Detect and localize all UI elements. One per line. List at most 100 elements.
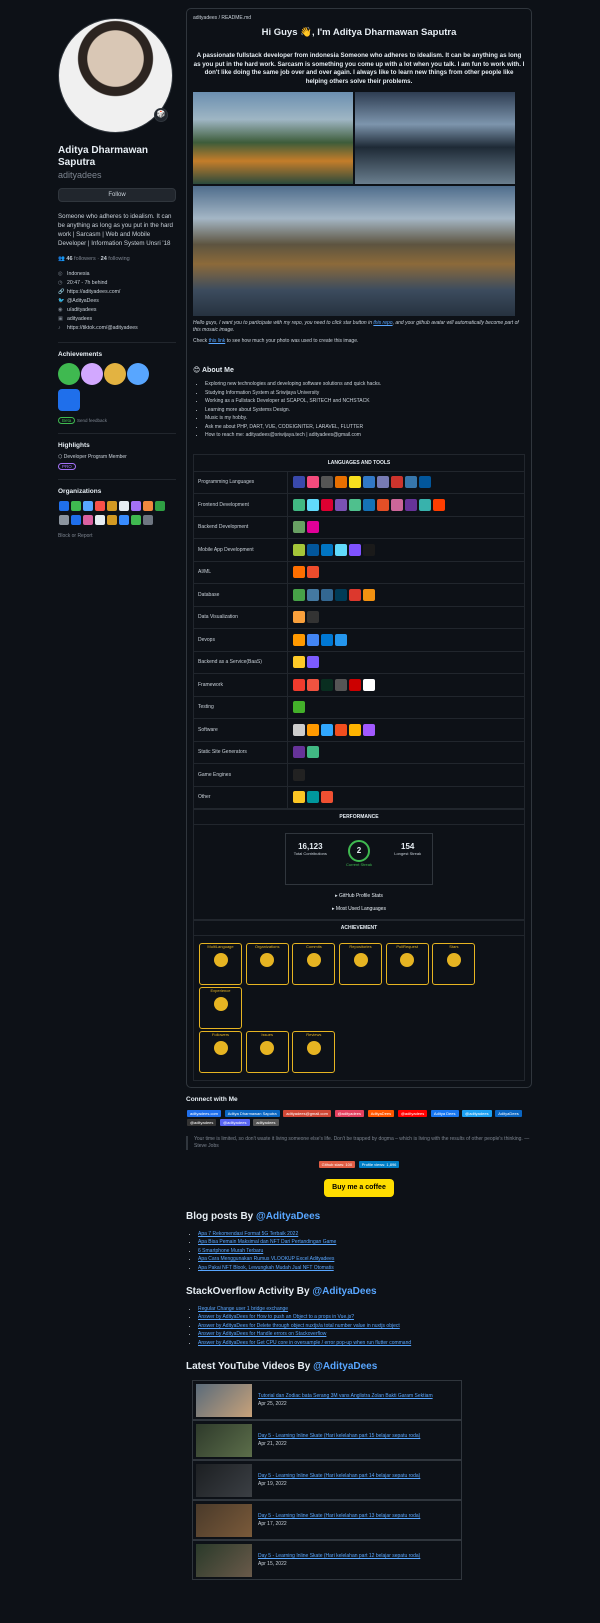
stackoverflow-user-link[interactable]: @AdityaDees [312,1286,376,1297]
video-thumbnail[interactable] [196,1463,252,1497]
shield-linkedin[interactable]: Aditya Dharmawan Saputra [224,1110,280,1117]
following-label[interactable]: following [108,256,129,262]
streak-card[interactable]: 16,123 Total Contributions 2 Current Strea… [285,833,433,885]
org-icon[interactable] [119,501,129,511]
stars-counter[interactable]: Github stars: 100 [318,1161,356,1168]
repo-link[interactable]: this repo [373,320,392,326]
mosaic-image-large[interactable] [193,186,515,316]
status-emoji-icon[interactable]: 🎲 [154,108,168,122]
landscape-image[interactable] [193,92,353,184]
trophy-card[interactable]: Issues [245,1031,289,1073]
youtube-user-link[interactable]: @AdityaDees [313,1361,377,1372]
org-icon[interactable] [107,501,117,511]
org-icon[interactable] [119,515,129,525]
shield-medium[interactable]: adityadees [253,1119,279,1126]
achievement-badge-icon[interactable] [58,363,80,385]
buy-coffee-button[interactable]: Buy me a coffee [324,1179,394,1197]
video-thumbnail[interactable] [196,1423,252,1457]
video-row[interactable]: Day 5 - Learning Inline Skate (Hari kele… [192,1540,462,1581]
video-thumbnail[interactable] [196,1503,252,1537]
org-icon[interactable] [143,515,153,525]
stackoverflow-link[interactable]: Answer by AdityaDees for Get CPU core in… [198,1340,411,1346]
trophy-card[interactable]: Followers [199,1031,242,1073]
org-icon[interactable] [155,501,165,511]
shield-reddit[interactable]: AdityaDees [367,1110,395,1117]
avatar[interactable]: 🎲 [58,18,173,133]
trophy-card[interactable]: Commits [292,943,336,985]
send-feedback-link[interactable]: Send feedback [77,418,107,423]
org-icon[interactable] [71,515,81,525]
stackoverflow-link[interactable]: Answer by AdityaDees for Handle errors o… [198,1331,326,1337]
org-icon[interactable] [59,501,69,511]
instagram-link[interactable]: adityadees [67,316,92,322]
blog-post-link[interactable]: Apa Cara Menggunakan Rumus VLOOKUP Excel… [198,1256,334,1262]
achievement-badge-icon[interactable] [58,389,80,411]
trophy-card[interactable]: PullRequest [385,943,429,985]
org-icon[interactable] [95,501,105,511]
video-thumbnail[interactable] [196,1383,252,1417]
reddit-link[interactable]: u/adityadees [67,307,96,313]
stackoverflow-link[interactable]: Regular Change user 1 bridge exchange [198,1306,288,1312]
twitter-link[interactable]: @AdityaDees [67,298,99,304]
blog-post-link[interactable]: 6 Smartphone Murah Terbaru [198,1248,263,1254]
mosaic-image[interactable] [355,92,515,184]
blog-user-link[interactable]: @AdityaDees [256,1211,320,1222]
org-icon[interactable] [131,501,141,511]
video-row[interactable]: Tutorial dan Zodiac bata Serang 3M vans … [192,1380,462,1421]
follow-button[interactable]: Follow [58,188,176,202]
video-link[interactable]: Day 5 - Learning Inline Skate (Hari kele… [258,1433,420,1439]
followers-label[interactable]: followers [74,256,96,262]
org-icon[interactable] [83,515,93,525]
tool-icons [287,695,525,719]
check-link[interactable]: this link [209,338,226,344]
org-icon[interactable] [131,515,141,525]
shield-facebook[interactable]: Aditya Dees [430,1110,459,1117]
video-link[interactable]: Day 5 - Learning Inline Skate (Hari kele… [258,1473,420,1479]
block-report-link[interactable]: Block or Report [58,533,176,539]
shield-youtube[interactable]: @adityadees [397,1110,428,1117]
blog-post-link[interactable]: Apa Pakai NFT Blook, Lewungkah Mudah Jua… [198,1265,334,1271]
shield-tiktok[interactable]: @adityadees [187,1119,217,1126]
stackoverflow-link[interactable]: Answer by AdityaDees for How to push an … [198,1314,354,1320]
readme-breadcrumb[interactable]: adityadees / README.md [193,15,525,21]
video-row[interactable]: Day 5 - Learning Inline Skate (Hari kele… [192,1460,462,1501]
video-link[interactable]: Day 5 - Learning Inline Skate (Hari kele… [258,1553,420,1559]
video-thumbnail[interactable] [196,1543,252,1577]
readme-title: Hi Guys 👋, I'm Aditya Dharmawan Saputra [261,27,457,38]
shield-twitter[interactable]: @adityadees [462,1110,492,1117]
shield-instagram[interactable]: @adityadees [334,1110,365,1117]
languages-toggle[interactable]: ▸ Most Used Languages [194,906,524,912]
trophy-card[interactable]: Organizations [245,943,289,985]
org-icon[interactable] [107,515,117,525]
org-icon[interactable] [143,501,153,511]
tiktok-link[interactable]: https://tiktok.com/@adityadees [67,325,138,331]
video-link[interactable]: Tutorial dan Zodiac bata Serang 3M vans … [258,1393,433,1399]
shield-gmail[interactable]: adityadees@gmail.com [283,1110,331,1117]
org-icon[interactable] [71,501,81,511]
video-link[interactable]: Day 5 - Learning Inline Skate (Hari kele… [258,1513,420,1519]
profile-stats-toggle[interactable]: ▸ GitHub Profile Stats [194,893,524,899]
website-link[interactable]: https://adityadees.com/ [67,289,120,295]
views-counter[interactable]: Profile views: 1,896 [358,1161,400,1168]
following-count[interactable]: 24 [101,256,107,262]
shield-discord[interactable]: @adityadees [220,1119,250,1126]
achievement-badge-icon[interactable] [104,363,126,385]
shield-devto[interactable]: AdityaDees [495,1110,522,1117]
org-icon[interactable] [83,501,93,511]
trophy-card[interactable]: Reviews [292,1031,336,1073]
org-icon[interactable] [95,515,105,525]
achievement-badge-icon[interactable] [127,363,149,385]
trophy-card[interactable]: Repositories [339,943,383,985]
trophy-card[interactable]: MultiLanguage [199,943,242,985]
video-row[interactable]: Day 5 - Learning Inline Skate (Hari kele… [192,1500,462,1541]
achievement-badge-icon[interactable] [81,363,103,385]
shield-website[interactable]: adityadees.com [187,1110,222,1117]
org-icon[interactable] [59,515,69,525]
blog-post-link[interactable]: Apa Bisa Pemain Maksimal dan NFT Dari Pe… [198,1239,336,1245]
stackoverflow-link[interactable]: Answer by AdityaDees for Delete through … [198,1323,400,1329]
trophy-card[interactable]: Experience [199,987,242,1029]
trophy-card[interactable]: Stars [432,943,476,985]
blog-post-link[interactable]: Apa 7 Rekomendasi Format 5G Terbaik 2022 [198,1231,298,1237]
video-row[interactable]: Day 5 - Learning Inline Skate (Hari kele… [192,1420,462,1461]
followers-count[interactable]: 46 [66,256,72,262]
